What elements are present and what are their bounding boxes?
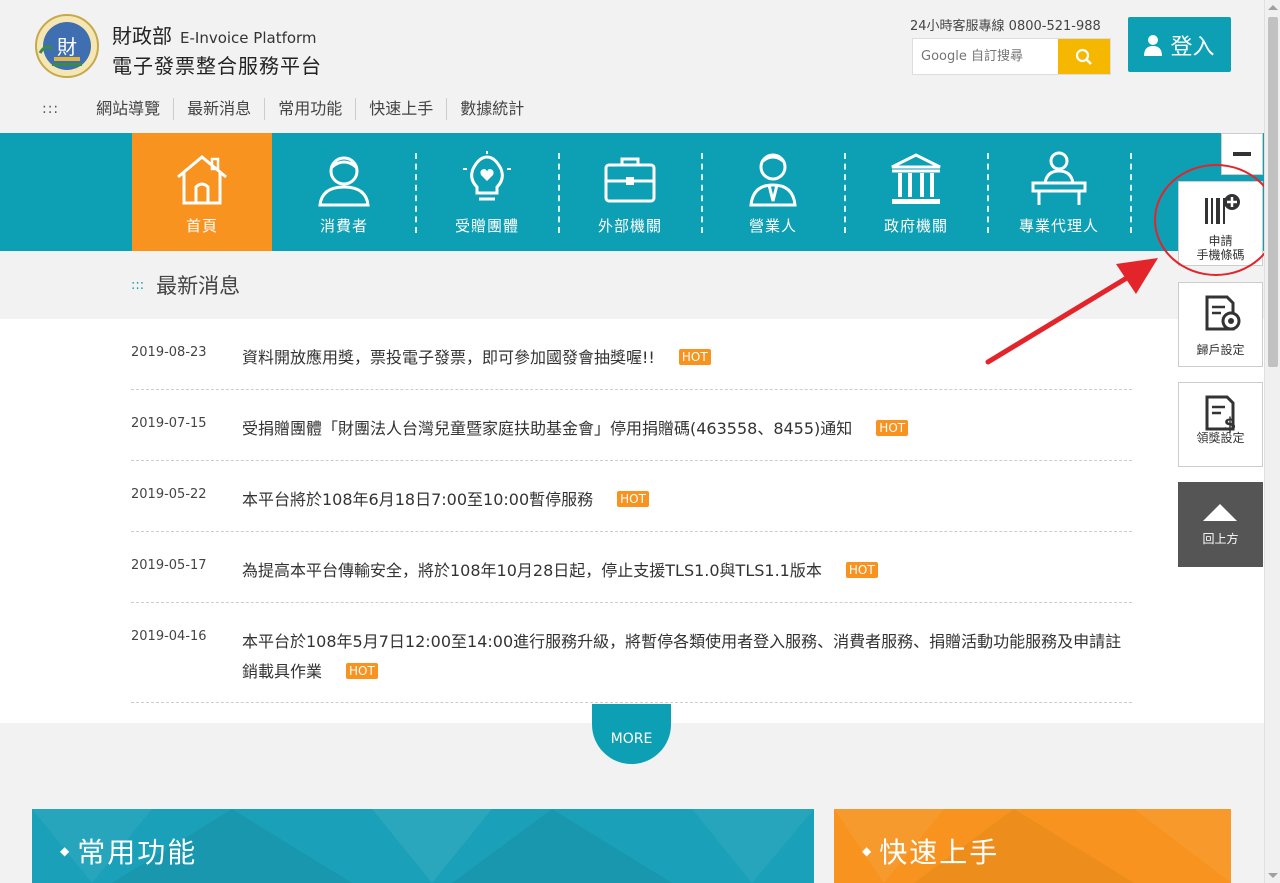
businessman-icon xyxy=(749,153,797,207)
topnav-sitemap[interactable]: 網站導覽 xyxy=(83,98,175,120)
prize-settings-button[interactable]: $ 領獎設定 xyxy=(1178,382,1263,467)
hotline-text: 24小時客服專線 0800-521-988 xyxy=(910,19,1101,34)
topnav-statistics[interactable]: 數據統計 xyxy=(447,98,537,120)
nav-home-label: 首頁 xyxy=(185,217,218,235)
news-date: 2019-05-22 xyxy=(131,487,207,502)
nav-home[interactable]: 首頁 xyxy=(132,133,272,251)
site-header: 財 財政部 E-Invoice Platform 電子發票整合服務平台 24小時… xyxy=(0,0,1264,133)
topnav-quickstart[interactable]: 快速上手 xyxy=(356,98,448,120)
ministry-name: 財政部 xyxy=(112,24,172,48)
login-label: 登入 xyxy=(1170,34,1215,60)
document-dollar-icon: $ xyxy=(1205,395,1236,433)
bullet-icon: ◆ xyxy=(862,844,874,858)
nav-agent-label: 專業代理人 xyxy=(1018,217,1099,235)
hot-badge: HOT xyxy=(678,349,711,365)
news-item: 2019-04-16 本平台於108年5月7日12:00至14:00進行服務升級… xyxy=(131,629,1132,703)
news-title: 最新消息 xyxy=(156,274,241,298)
hot-badge: HOT xyxy=(845,562,878,578)
banner-common-label: 常用功能 xyxy=(77,836,198,869)
accesskey-dots[interactable]: ::: xyxy=(42,101,59,117)
topnav-common[interactable]: 常用功能 xyxy=(265,98,357,120)
nav-government-label: 政府機關 xyxy=(883,217,948,235)
nav-consumer[interactable]: 消費者 xyxy=(274,133,414,251)
ministry-logo-icon[interactable]: 財 xyxy=(34,13,100,79)
news-link[interactable]: 本平台將於108年6月18日7:00至10:00暫停服務 HOT xyxy=(242,485,1122,515)
banner-quick-label: 快速上手 xyxy=(879,836,1000,869)
news-link[interactable]: 本平台於108年5月7日12:00至14:00進行服務升級，將暫停各類使用者登入… xyxy=(242,627,1122,687)
nav-business[interactable]: 營業人 xyxy=(703,133,843,251)
quick-start-banner[interactable]: ◆ 快速上手 xyxy=(834,809,1231,883)
news-heading: ::: 最新消息 xyxy=(131,270,240,300)
agent-desk-icon xyxy=(1031,151,1087,205)
nav-divider xyxy=(1130,153,1132,233)
heading-dots: ::: xyxy=(131,277,145,293)
topnav-news[interactable]: 最新消息 xyxy=(174,98,266,120)
news-item: 2019-07-15 受捐贈團體「財團法人台灣兒童暨家庭扶助基金會」停用捐贈碼(… xyxy=(131,416,1132,461)
svg-text:財: 財 xyxy=(57,35,77,59)
search-icon xyxy=(1075,48,1092,65)
nav-donee-label: 受贈團體 xyxy=(454,217,519,235)
account-settings-label: 歸戶設定 xyxy=(1196,343,1245,357)
news-item: 2019-05-22 本平台將於108年6月18日7:00至10:00暫停服務 H… xyxy=(131,487,1132,532)
top-nav: ::: 網站導覽 最新消息 常用功能 快速上手 數據統計 xyxy=(42,98,537,120)
search-box xyxy=(912,38,1111,75)
government-building-icon xyxy=(891,153,941,204)
back-to-top-label: 回上方 xyxy=(1202,532,1239,546)
annotation-circle xyxy=(1154,164,1278,276)
news-date: 2019-08-23 xyxy=(131,345,207,360)
nav-consumer-label: 消費者 xyxy=(319,217,368,235)
hot-badge: HOT xyxy=(876,420,909,436)
home-icon xyxy=(177,155,227,205)
brand-english: E-Invoice Platform xyxy=(180,29,317,47)
hot-badge: HOT xyxy=(346,663,378,679)
annotation-arrow-icon xyxy=(985,258,1158,365)
brand-title[interactable]: 財政部 E-Invoice Platform 電子發票整合服務平台 xyxy=(112,20,322,79)
nav-agent[interactable]: 專業代理人 xyxy=(989,133,1129,251)
hot-badge: HOT xyxy=(617,491,649,507)
vertical-scrollbar[interactable] xyxy=(1264,0,1280,883)
news-date: 2019-05-17 xyxy=(131,558,207,573)
consumer-icon xyxy=(318,156,370,207)
user-icon xyxy=(1144,34,1163,56)
news-item: 2019-05-17 為提高本平台傳輸安全，將於108年10月28日起，停止支援… xyxy=(131,558,1132,603)
bullet-icon: ◆ xyxy=(60,844,72,858)
news-title-text: 為提高本平台傳輸安全，將於108年10月28日起，停止支援TLS1.0與TLS1… xyxy=(242,561,822,580)
banner-common-title: ◆ 常用功能 xyxy=(60,831,197,871)
common-functions-banner[interactable]: ◆ 常用功能 xyxy=(32,809,814,883)
nav-government[interactable]: 政府機關 xyxy=(846,133,986,251)
news-date: 2019-07-15 xyxy=(131,416,207,431)
main-nav: 首頁 消費者 受贈團體 外部機關 營業人 政府機關 專業代理人 xyxy=(0,133,1264,251)
nav-donee[interactable]: 受贈團體 xyxy=(417,133,557,251)
more-button[interactable]: MORE xyxy=(592,704,671,764)
back-to-top-button[interactable]: 回上方 xyxy=(1178,482,1263,567)
briefcase-icon xyxy=(604,157,656,203)
news-link[interactable]: 為提高本平台傳輸安全，將於108年10月28日起，停止支援TLS1.0與TLS1… xyxy=(242,556,1122,586)
news-title-text: 受捐贈團體「財團法人台灣兒童暨家庭扶助基金會」停用捐贈碼(463558、8455… xyxy=(242,419,853,438)
prize-settings-label: 領獎設定 xyxy=(1196,431,1245,445)
platform-name: 電子發票整合服務平台 xyxy=(112,54,322,78)
search-button[interactable] xyxy=(1058,39,1110,74)
account-settings-button[interactable]: 歸戶設定 xyxy=(1178,282,1263,367)
scroll-thumb[interactable] xyxy=(1268,17,1278,367)
banner-quick-title: ◆ 快速上手 xyxy=(862,831,999,871)
nav-external-agency-label: 外部機關 xyxy=(597,217,662,235)
arrow-up-icon xyxy=(1203,504,1237,521)
search-input[interactable] xyxy=(913,39,1058,74)
news-title-text: 本平台將於108年6月18日7:00至10:00暫停服務 xyxy=(242,490,594,509)
lightbulb-heart-icon xyxy=(463,151,511,201)
nav-business-label: 營業人 xyxy=(748,217,797,235)
scroll-up-icon[interactable] xyxy=(1268,5,1278,10)
document-gear-icon xyxy=(1205,295,1241,331)
news-title-text: 資料開放應用獎，票投電子發票，即可參加國發會抽獎喔!! xyxy=(242,348,655,367)
news-date: 2019-04-16 xyxy=(131,629,207,644)
news-link[interactable]: 受捐贈團體「財團法人台灣兒童暨家庭扶助基金會」停用捐贈碼(463558、8455… xyxy=(242,414,1122,444)
login-button[interactable]: 登入 xyxy=(1128,17,1231,72)
nav-external-agency[interactable]: 外部機關 xyxy=(560,133,700,251)
minus-icon xyxy=(1233,152,1251,156)
scroll-down-icon[interactable] xyxy=(1268,873,1278,878)
